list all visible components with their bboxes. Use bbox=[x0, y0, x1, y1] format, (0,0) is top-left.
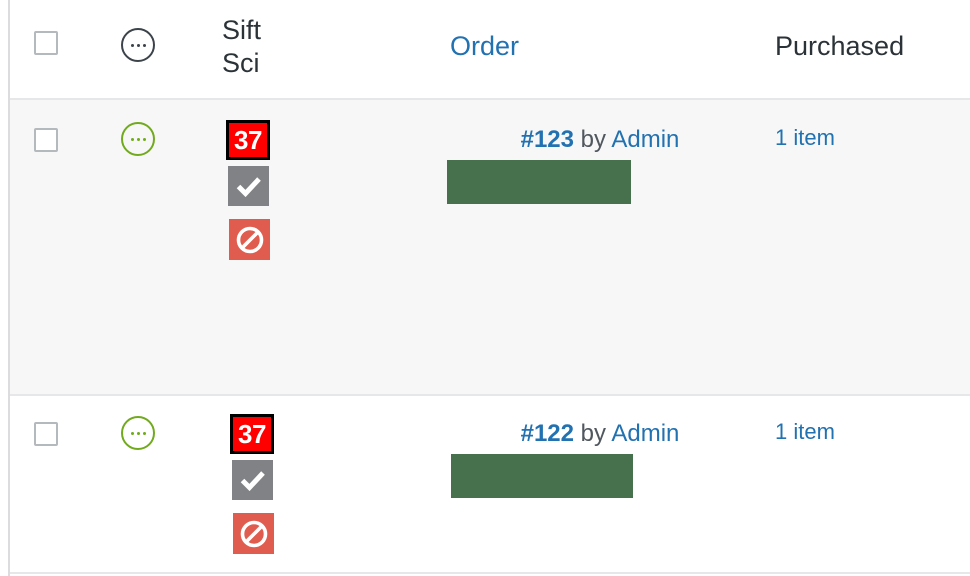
ellipsis-dot-2 bbox=[136, 137, 140, 141]
row-sift-cell: 37 bbox=[230, 414, 274, 554]
order-by-label: by bbox=[580, 126, 607, 153]
checkmark-icon bbox=[240, 471, 265, 491]
order-number-link[interactable]: #122 bbox=[521, 420, 574, 447]
row-select-checkbox[interactable] bbox=[34, 128, 58, 152]
header-sift-line-1: Sift bbox=[222, 15, 262, 45]
prohibited-icon bbox=[236, 226, 263, 253]
purchased-item-count-link[interactable]: 1 item bbox=[775, 125, 835, 150]
prohibited-icon bbox=[240, 520, 267, 547]
row-order-cell: #122 by Admin bbox=[440, 420, 760, 498]
sift-badge-stack: 37 bbox=[230, 414, 274, 554]
note-ellipsis-icon[interactable] bbox=[121, 416, 155, 450]
note-ellipsis-icon[interactable] bbox=[121, 122, 155, 156]
checkmark-icon bbox=[236, 177, 261, 197]
ellipsis-dot-2 bbox=[136, 431, 140, 435]
purchased-item-count-link[interactable]: 1 item bbox=[775, 419, 835, 444]
sift-block-badge[interactable] bbox=[229, 219, 270, 260]
row-order-cell: #123 by Admin bbox=[440, 126, 760, 204]
row-select-cell[interactable] bbox=[34, 422, 58, 446]
order-number-link[interactable]: #123 bbox=[521, 126, 574, 153]
order-redaction-bar bbox=[447, 160, 631, 204]
sift-score-badge[interactable]: 37 bbox=[226, 120, 270, 160]
order-by-label: by bbox=[580, 420, 607, 447]
row-sift-cell: 37 bbox=[226, 120, 270, 260]
sift-accept-badge[interactable] bbox=[232, 460, 273, 500]
order-redaction-bar bbox=[451, 454, 633, 498]
ellipsis-dot-3 bbox=[142, 431, 146, 435]
ellipsis-dot-2 bbox=[136, 43, 140, 47]
header-note-cell bbox=[121, 28, 155, 62]
select-all-checkbox[interactable] bbox=[34, 31, 58, 55]
header-order-cell[interactable]: Order bbox=[450, 30, 519, 63]
ellipsis-dot-3 bbox=[142, 137, 146, 141]
row-select-checkbox[interactable] bbox=[34, 422, 58, 446]
table-row: 37 #123 by Admin 1 item bbox=[10, 100, 970, 396]
row-select-cell[interactable] bbox=[34, 128, 58, 152]
ellipsis-dot-1 bbox=[130, 43, 134, 47]
table-row: 37 #122 by Admin 1 item bbox=[10, 396, 970, 574]
row-note-cell[interactable] bbox=[121, 416, 155, 450]
header-sift-line-2: Sci bbox=[222, 48, 260, 78]
sift-badge-stack: 37 bbox=[226, 120, 270, 260]
ellipsis-dot-1 bbox=[130, 431, 134, 435]
order-customer-link[interactable]: Admin bbox=[611, 126, 679, 153]
ellipsis-dot-1 bbox=[130, 137, 134, 141]
order-customer-link[interactable]: Admin bbox=[611, 420, 679, 447]
row-note-cell[interactable] bbox=[121, 122, 155, 156]
sift-score-badge[interactable]: 37 bbox=[230, 414, 274, 454]
row-purchased-cell: 1 item bbox=[775, 419, 835, 445]
header-sift-sci-cell: Sift Sci bbox=[222, 14, 292, 80]
order-title-line: #123 by Admin bbox=[440, 126, 760, 154]
header-purchased-cell: Purchased bbox=[775, 31, 905, 61]
order-title-line: #122 by Admin bbox=[440, 420, 760, 448]
sift-block-badge[interactable] bbox=[233, 513, 274, 554]
row-purchased-cell: 1 item bbox=[775, 125, 835, 151]
table-header-row: Sift Sci Order Purchased bbox=[10, 0, 970, 100]
orders-table-screenshot: Sift Sci Order Purchased 37 #123 by Admi… bbox=[0, 0, 970, 576]
ellipsis-dot-3 bbox=[142, 43, 146, 47]
orders-table: Sift Sci Order Purchased 37 #123 by Admi… bbox=[10, 0, 970, 574]
header-select-all-cell[interactable] bbox=[34, 31, 58, 55]
sift-accept-badge[interactable] bbox=[228, 166, 269, 206]
note-ellipsis-icon bbox=[121, 28, 155, 62]
